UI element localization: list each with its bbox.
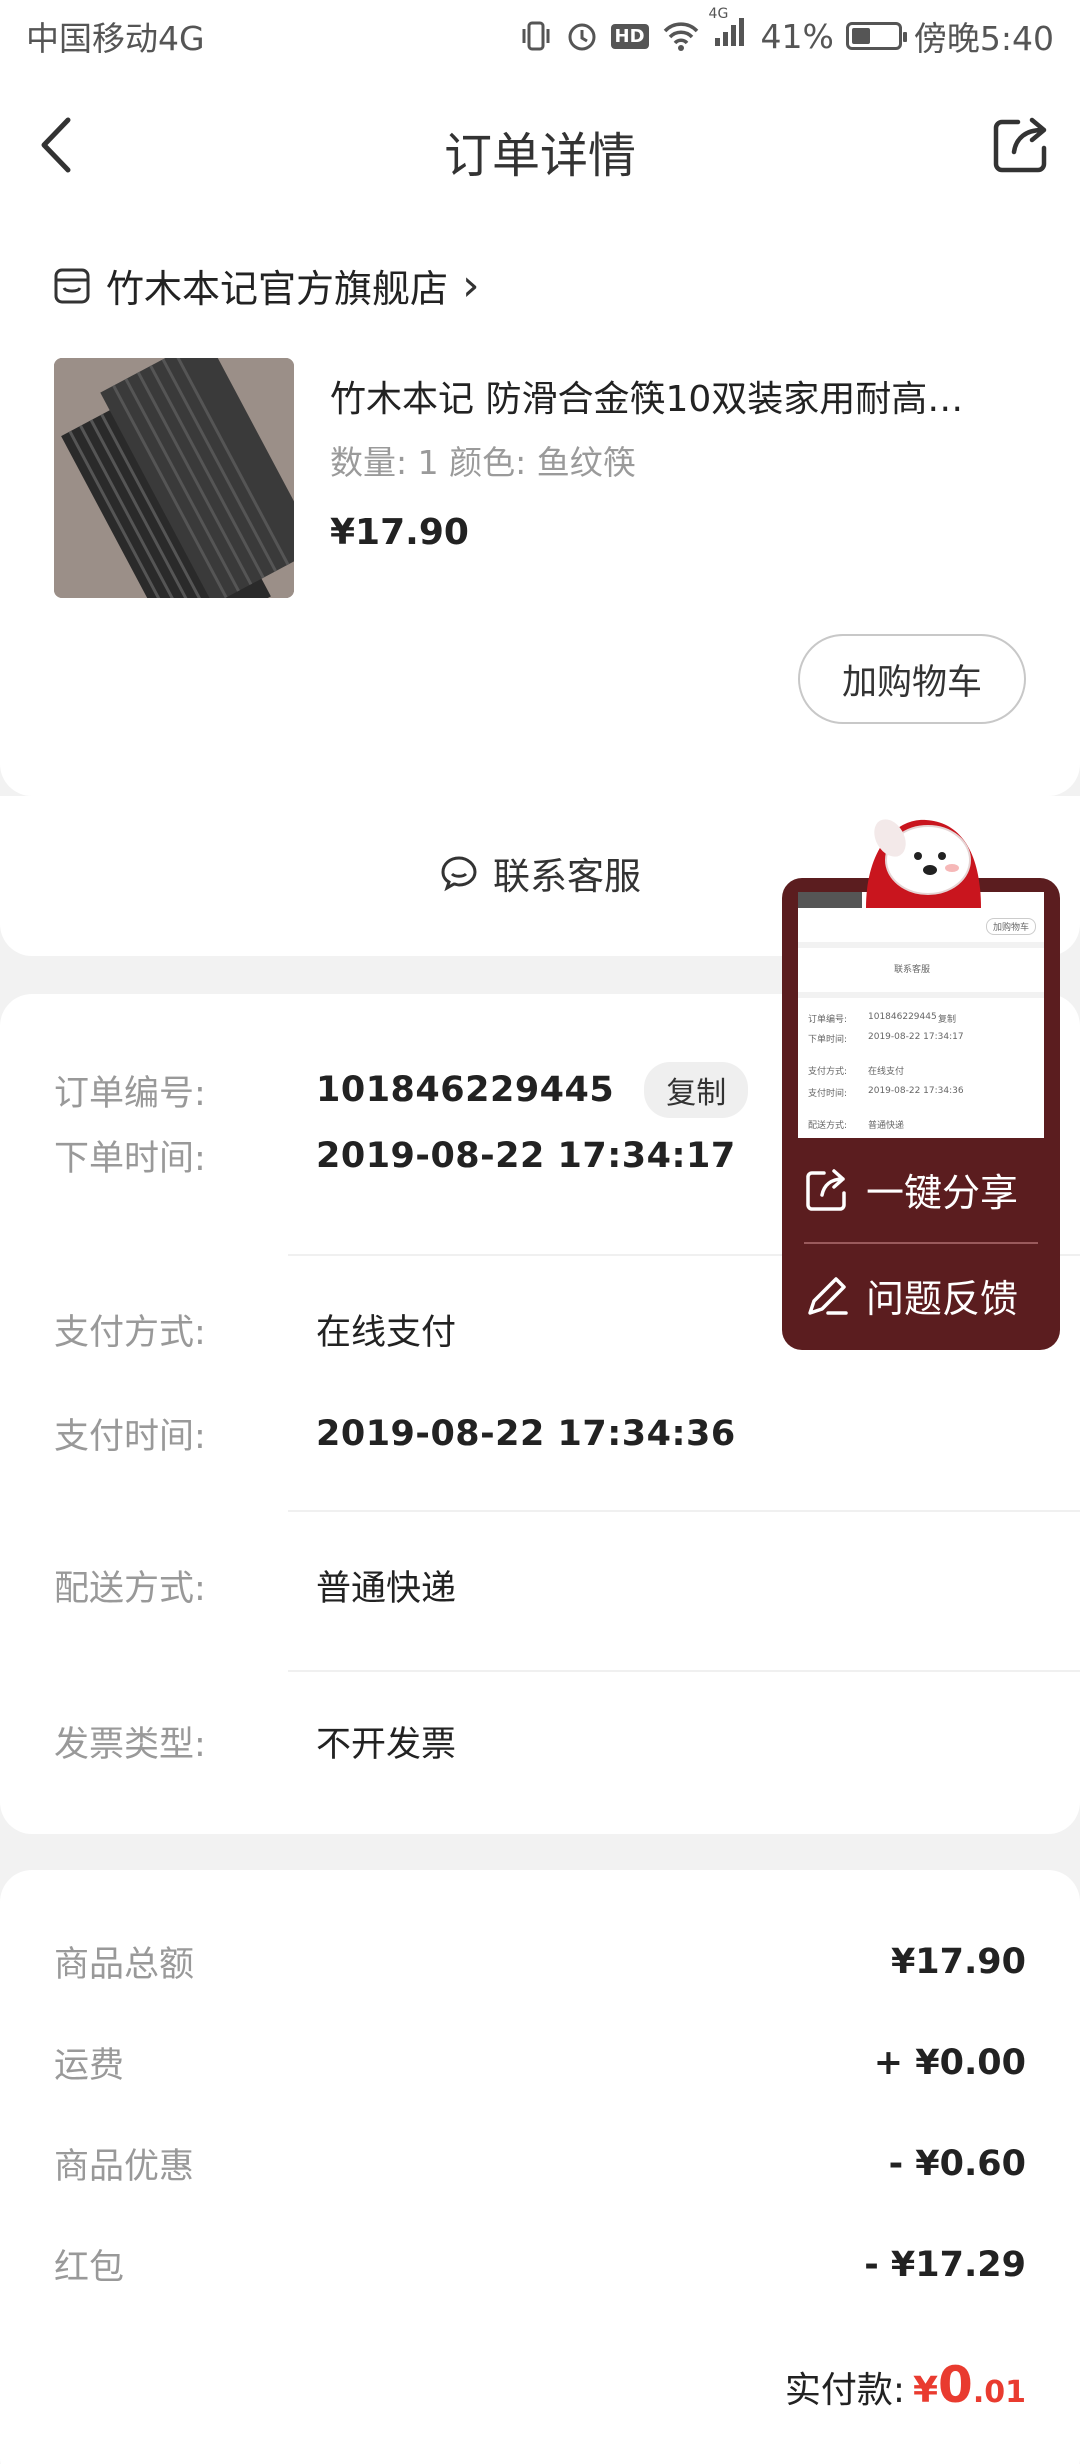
goods-title[interactable]: 竹木本记 防滑合金筷10双装家用耐高… — [330, 370, 1010, 422]
info-label: 发票类型: — [54, 1725, 206, 1765]
thumb-row-label: 订单编号: — [808, 1015, 848, 1025]
screenshot-share-panel: 加购物车 联系客服 订单编号: 101846229445 复制 下单时间: 20… — [782, 878, 1060, 1350]
carrier-label: 中国移动4G — [26, 19, 205, 58]
share-icon — [993, 117, 1047, 173]
clock: 傍晚5:40 — [913, 19, 1054, 58]
info-label: 配送方式: — [54, 1569, 206, 1609]
chat-icon — [441, 856, 477, 892]
alarm-icon — [568, 23, 596, 51]
info-label: 下单时间: — [54, 1139, 206, 1179]
paid-total: 实付款: ¥0.01 — [785, 2356, 1026, 2414]
payment-time: 2019-08-22 17:34:36 — [316, 1413, 736, 1454]
delivery-row: 配送方式: 普通快递 — [54, 1560, 456, 1611]
summary-row: 商品总额 ¥17.90 — [54, 1936, 1026, 1987]
invoice-row: 发票类型: 不开发票 — [54, 1716, 456, 1767]
delivery-method: 普通快递 — [316, 1569, 457, 1609]
thumb-cart-button: 加购物车 — [985, 918, 1036, 935]
store-icon — [54, 268, 90, 303]
shop-link[interactable]: 竹木本记官方旗舰店 › — [52, 258, 480, 313]
mascot-dog-icon — [866, 819, 981, 908]
share-button[interactable] — [988, 112, 1054, 178]
summary-row: 商品优惠 - ¥0.60 — [54, 2138, 1026, 2189]
goods-spec: 数量: 1 颜色: 鱼纹筷 — [330, 443, 636, 482]
thumb-row-label: 配送方式: — [808, 1121, 848, 1131]
summary-label: 商品总额 — [54, 1945, 195, 1985]
thumb-row-label: 支付时间: — [808, 1089, 848, 1099]
thumb-goods-image — [798, 892, 862, 908]
summary-value: ¥17.90 — [890, 1941, 1026, 1982]
chevron-right-icon: › — [462, 260, 480, 311]
battery-icon — [845, 22, 907, 50]
copy-button[interactable]: 复制 — [644, 1062, 749, 1118]
feedback-label: 问题反馈 — [866, 1277, 1019, 1321]
payment-method: 在线支付 — [316, 1313, 457, 1353]
info-label: 支付方式: — [54, 1313, 206, 1353]
payment-time-row: 支付时间: 2019-08-22 17:34:36 — [54, 1408, 736, 1459]
order-number-row: 订单编号: 101846229445 复制 — [54, 1062, 749, 1118]
summary-label: 运费 — [54, 2046, 125, 2086]
one-click-share-button[interactable]: 一键分享 — [802, 1162, 1050, 1217]
thumb-row-value: 2019-08-22 17:34:36 — [868, 1086, 964, 1096]
add-to-cart-button[interactable]: 加购物车 — [798, 634, 1026, 724]
share-icon — [806, 1168, 846, 1211]
order-number: 101846229445 — [316, 1070, 615, 1110]
network-type-label: 4G — [708, 6, 729, 22]
chopsticks-photo — [54, 358, 294, 598]
thumb-row-extra: 复制 — [938, 1015, 957, 1025]
thumb-row-label: 支付方式: — [808, 1067, 848, 1077]
goods-image[interactable] — [54, 358, 294, 598]
hd-icon: HD — [610, 23, 649, 49]
nav-header: 订单详情 — [0, 72, 1080, 220]
summary-label: 商品优惠 — [54, 2147, 195, 2187]
thumb-service: 联系客服 — [894, 965, 931, 975]
payment-method-row: 支付方式: 在线支付 — [54, 1304, 456, 1355]
summary-label: 红包 — [54, 2248, 125, 2288]
paid-integer: 0 — [938, 2356, 973, 2414]
thumb-divider — [798, 992, 1044, 998]
edit-icon — [808, 1276, 848, 1315]
status-icons: HD 4G 41% 傍晚5:40 — [519, 6, 1054, 60]
battery-percent: 41% — [760, 16, 834, 56]
paid-amount: ¥0.01 — [913, 2356, 1026, 2414]
battery-level — [851, 28, 870, 44]
thumb-row-value: 普通快递 — [868, 1121, 905, 1131]
paid-decimal: .01 — [972, 2375, 1026, 2410]
order-time: 2019-08-22 17:34:17 — [316, 1135, 736, 1176]
summary-value: - ¥0.60 — [888, 2143, 1026, 2184]
wifi-icon — [663, 22, 698, 51]
invoice-type: 不开发票 — [316, 1725, 457, 1765]
order-time-row: 下单时间: 2019-08-22 17:34:17 — [54, 1130, 736, 1181]
goods-card: 竹木本记官方旗舰店 › 竹木本记 防滑合金筷10双装家用耐高… 数量: 1 颜色… — [0, 210, 1080, 796]
vibrate-icon — [522, 21, 550, 51]
page-title: 订单详情 — [443, 128, 636, 184]
thumb-row-value: 2019-08-22 17:34:17 — [868, 1032, 964, 1042]
summary-row: 红包 - ¥17.29 — [54, 2239, 1026, 2290]
info-label: 支付时间: — [54, 1417, 206, 1457]
contact-service-label: 联系客服 — [493, 855, 641, 898]
divider — [288, 1510, 1080, 1512]
summary-value: - ¥17.29 — [864, 2244, 1026, 2285]
goods-price: ¥17.90 — [330, 512, 469, 553]
paid-label: 实付款: — [784, 2370, 905, 2411]
summary-row: 运费 + ¥0.00 — [54, 2037, 1026, 2088]
info-label: 订单编号: — [54, 1073, 206, 1114]
thumb-row-label: 下单时间: — [808, 1035, 848, 1045]
divider — [288, 1670, 1080, 1672]
panel-divider — [804, 1242, 1038, 1244]
shop-name: 竹木本记官方旗舰店 — [106, 267, 449, 311]
share-label: 一键分享 — [866, 1171, 1019, 1215]
thumb-row-value: 101846229445 — [868, 1012, 937, 1022]
thumb-row-value: 在线支付 — [868, 1067, 905, 1077]
paid-currency: ¥ — [912, 2370, 939, 2411]
screenshot-thumbnail[interactable]: 加购物车 联系客服 订单编号: 101846229445 复制 下单时间: 20… — [798, 892, 1044, 1138]
feedback-button[interactable]: 问题反馈 — [802, 1268, 1050, 1323]
summary-value: + ¥0.00 — [873, 2042, 1026, 2083]
status-bar: 中国移动4G HD 4G 41% 傍晚5:40 — [0, 0, 1080, 72]
thumb-divider — [798, 942, 1044, 948]
signal-icon: 4G — [709, 6, 749, 56]
